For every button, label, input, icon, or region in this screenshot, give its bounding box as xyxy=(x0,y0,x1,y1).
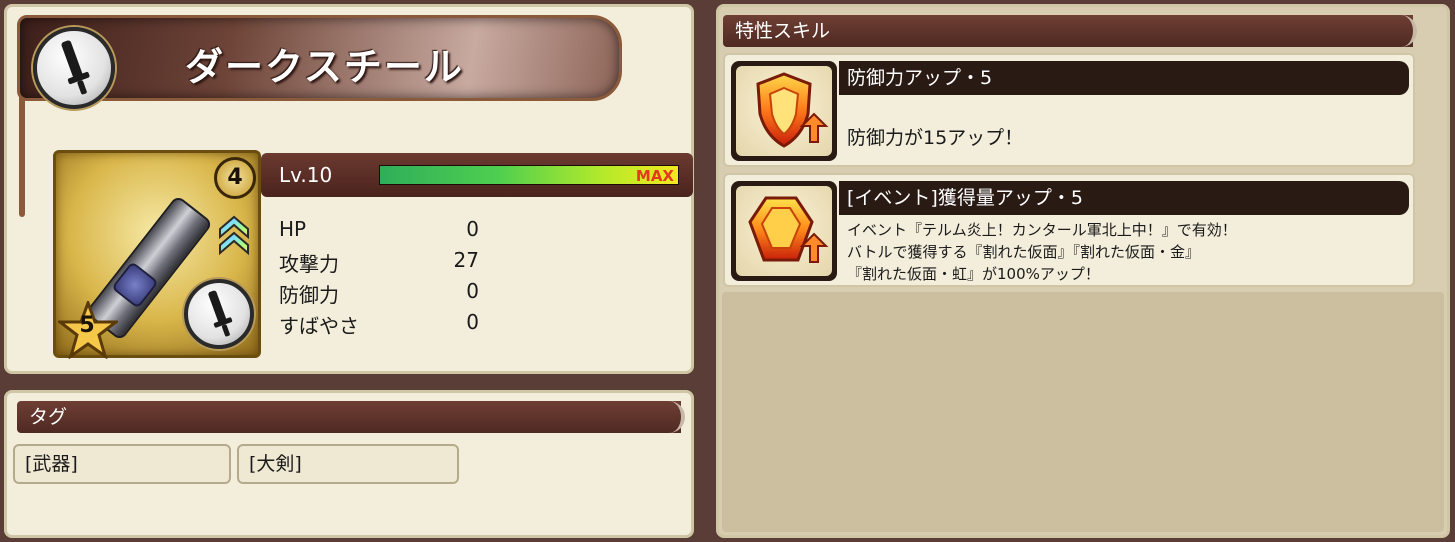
gem-up-icon xyxy=(748,196,829,263)
stat-row: すばやさ 0 xyxy=(279,310,479,341)
skill-description-line: 『割れた仮面・虹』が100%アップ！ xyxy=(847,265,1100,283)
skills-empty-area xyxy=(722,292,1444,532)
greatsword-type-icon xyxy=(33,27,115,109)
skill-description-line: バトルで獲得する『割れた仮面』『割れた仮面・金』 xyxy=(847,243,1200,261)
shield-up-icon xyxy=(756,72,829,148)
stat-row: HP 0 xyxy=(279,217,479,248)
exp-gauge-fill xyxy=(380,166,678,184)
stat-row: 攻撃力 27 xyxy=(279,248,479,279)
stat-value: 0 xyxy=(466,279,479,303)
skill-icon-frame xyxy=(731,181,837,281)
star-count: 5 xyxy=(79,313,95,338)
stat-name: すばやさ xyxy=(279,314,359,338)
exp-gauge: MAX xyxy=(379,165,679,185)
skill-card[interactable]: [イベント]獲得量アップ・5 イベント『テルム炎上！カンタール軍北上中！』で有効… xyxy=(723,173,1415,287)
stats-list: HP 0 攻撃力 27 防御力 0 すばやさ 0 xyxy=(279,217,479,341)
tags-panel: タグ [武器] [大剣] xyxy=(4,390,694,538)
stat-value: 0 xyxy=(466,217,479,241)
tags-header-label: タグ xyxy=(29,406,68,428)
skill-icon-frame xyxy=(731,61,837,161)
exp-max-label: MAX xyxy=(635,167,674,185)
skills-header-label: 特性スキル xyxy=(735,20,831,42)
skill-card[interactable]: 防御力アップ・5 防御力が15アップ！ xyxy=(723,53,1415,167)
stat-name: HP xyxy=(279,217,307,241)
level-bar: Lv.10 MAX xyxy=(261,153,693,197)
stat-row: 防御力 0 xyxy=(279,279,479,310)
rank-badge: 4 xyxy=(214,157,256,199)
item-detail-panel: ダークスチール 4 5 Lv.10 MAX HP 0 攻撃力 27 防御力 0 … xyxy=(4,4,694,374)
skill-description: 防御力が15アップ！ xyxy=(847,127,1024,149)
skills-header: 特性スキル xyxy=(723,15,1417,47)
stat-value: 0 xyxy=(466,310,479,334)
tag-chip[interactable]: [武器] xyxy=(13,444,231,484)
skills-panel: 特性スキル 防御力アップ・5 防御力が15アップ！ [イベント]獲得量アップ・5… xyxy=(716,4,1450,538)
level-label: Lv.10 xyxy=(279,163,333,187)
skill-description-line: イベント『テルム炎上！カンタール軍北上中！』で有効！ xyxy=(847,221,1237,239)
rainbow-chevron-icon xyxy=(219,215,249,256)
scroll-ornament xyxy=(1395,15,1417,47)
greatsword-type-icon xyxy=(184,279,254,349)
item-card-image[interactable]: 4 5 xyxy=(53,150,261,359)
scroll-ornament xyxy=(663,401,685,433)
tag-chip[interactable]: [大剣] xyxy=(237,444,459,484)
skill-title: [イベント]獲得量アップ・5 xyxy=(839,181,1409,215)
tags-header: タグ xyxy=(17,401,685,433)
skill-title: 防御力アップ・5 xyxy=(839,61,1409,95)
item-name: ダークスチール xyxy=(185,45,464,89)
stat-value: 27 xyxy=(453,248,479,272)
stat-name: 防御力 xyxy=(279,283,339,307)
skill-description: イベント『テルム炎上！カンタール軍北上中！』で有効！ バトルで獲得する『割れた仮… xyxy=(847,219,1237,285)
stat-name: 攻撃力 xyxy=(279,252,339,276)
